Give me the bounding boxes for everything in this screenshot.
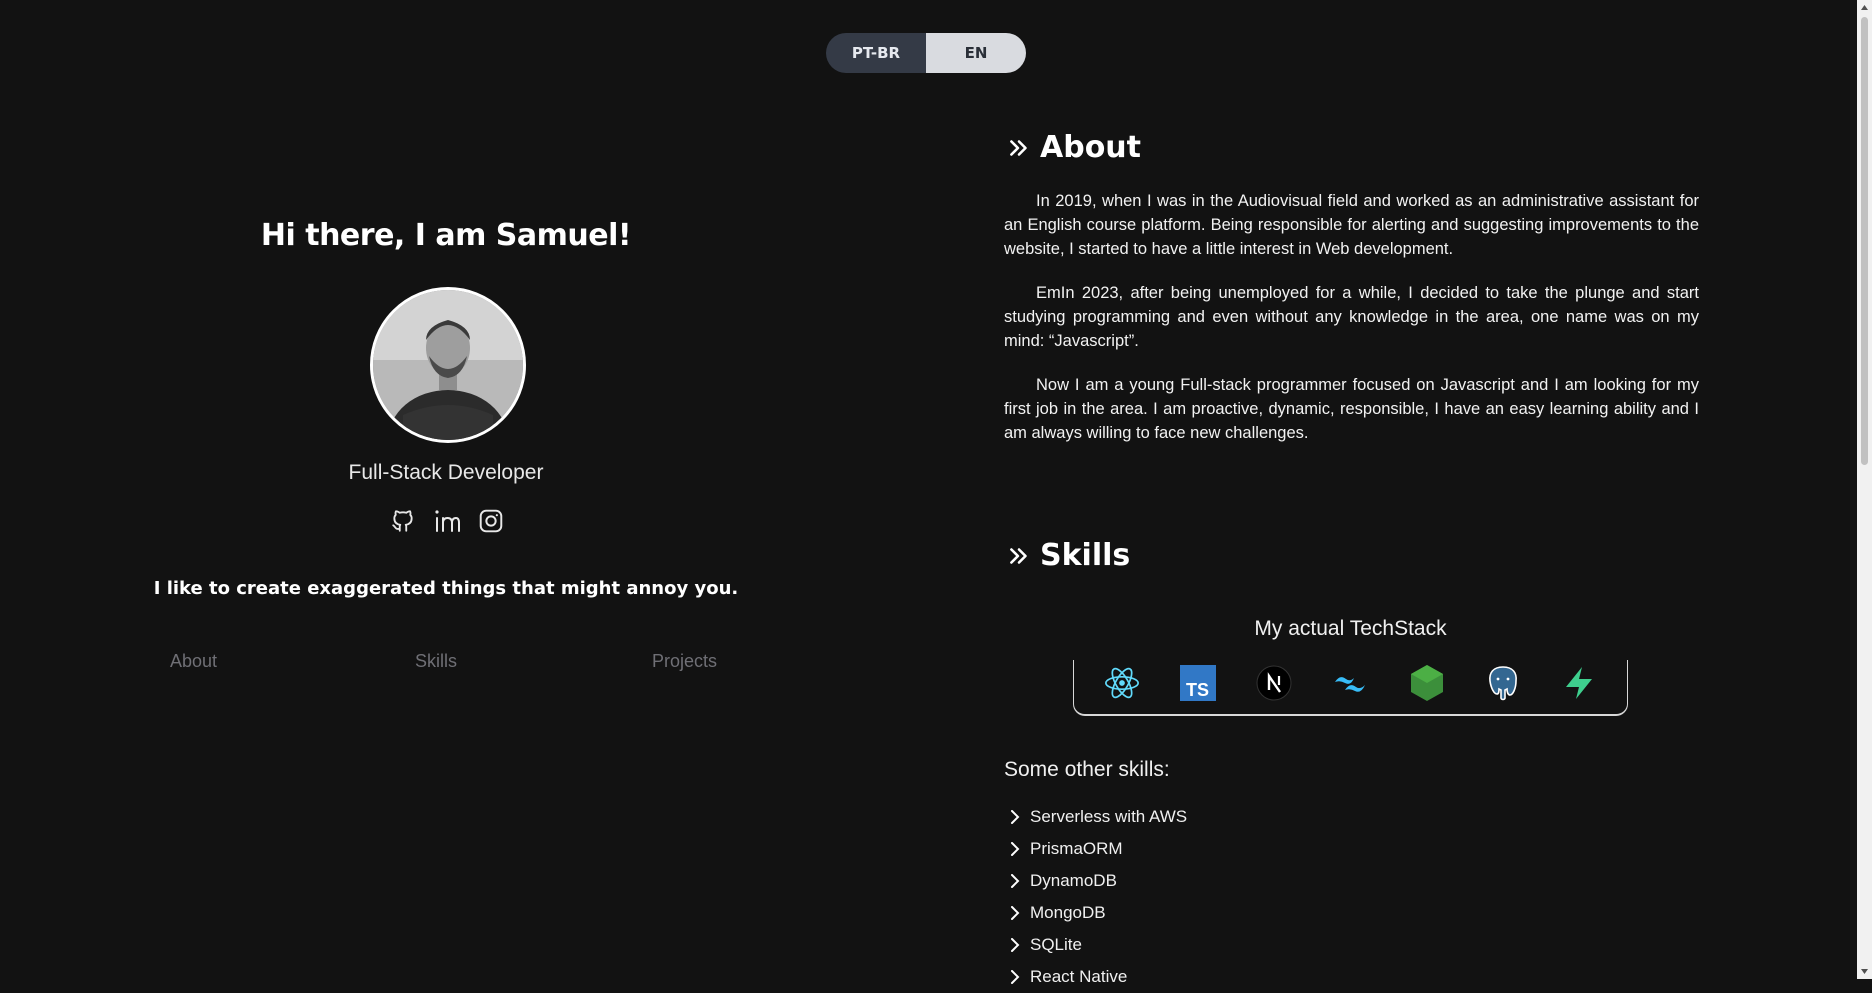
skill-label: React Native xyxy=(1030,967,1128,986)
list-item: SQLite xyxy=(1008,929,1187,961)
nodejs-icon xyxy=(1407,663,1447,703)
nextjs-icon xyxy=(1254,663,1294,703)
chevron-right-icon xyxy=(1011,874,1020,888)
double-chevron-right-icon xyxy=(1010,139,1027,156)
tailwind-icon xyxy=(1330,663,1370,703)
double-chevron-right-icon xyxy=(1010,547,1027,564)
scrollbar-thumb[interactable] xyxy=(1861,17,1868,465)
about-title: About xyxy=(1040,130,1142,165)
instagram-icon[interactable] xyxy=(476,506,506,536)
skill-label: PrismaORM xyxy=(1030,839,1123,858)
other-skills-list: Serverless with AWS PrismaORM DynamoDB M… xyxy=(1008,801,1187,993)
react-icon xyxy=(1102,663,1142,703)
linkedin-icon[interactable] xyxy=(432,506,462,536)
list-item: MongoDB xyxy=(1008,897,1187,929)
skills-title: Skills xyxy=(1040,538,1131,573)
postgresql-icon xyxy=(1483,663,1523,703)
skill-label: Serverless with AWS xyxy=(1030,807,1188,826)
techstack-title: My actual TechStack xyxy=(1254,617,1447,640)
skills-heading: Skills xyxy=(1006,538,1130,573)
skill-label: DynamoDB xyxy=(1030,871,1117,890)
avatar-photo xyxy=(373,290,523,440)
avatar xyxy=(370,287,526,443)
chevron-right-icon xyxy=(1011,970,1020,984)
nav-link-about[interactable]: About xyxy=(170,651,217,672)
about-paragraph: In 2019, when I was in the Audiovisual f… xyxy=(1004,192,1699,258)
skill-label: SQLite xyxy=(1030,935,1082,954)
chevron-right-icon xyxy=(1011,842,1020,856)
nav-link-projects[interactable]: Projects xyxy=(652,651,717,672)
tagline: I like to create exaggerated things that… xyxy=(153,578,739,599)
supabase-icon xyxy=(1559,663,1599,703)
about-paragraph: EmIn 2023, after being unemployed for a … xyxy=(1004,284,1699,350)
techstack-bar: TS xyxy=(1073,660,1628,716)
github-icon[interactable] xyxy=(388,506,418,536)
vertical-scrollbar[interactable] xyxy=(1857,0,1872,979)
svg-text:TS: TS xyxy=(1186,680,1209,700)
typescript-icon: TS xyxy=(1178,663,1218,703)
list-item: React Native xyxy=(1008,961,1187,993)
list-item: DynamoDB xyxy=(1008,865,1187,897)
skill-label: MongoDB xyxy=(1030,903,1106,922)
scroll-down-arrow-icon[interactable] xyxy=(1860,967,1869,976)
scroll-up-arrow-icon[interactable] xyxy=(1860,3,1869,12)
other-skills-title: Some other skills: xyxy=(1004,758,1170,781)
role-subtitle: Full-Stack Developer xyxy=(348,461,544,484)
list-item: Serverless with AWS xyxy=(1008,801,1187,833)
list-item: PrismaORM xyxy=(1008,833,1187,865)
nav-link-skills[interactable]: Skills xyxy=(415,651,457,672)
chevron-right-icon xyxy=(1011,906,1020,920)
profile-panel: Hi there, I am Samuel! Full-Stack Develo… xyxy=(0,0,892,979)
greeting-heading: Hi there, I am Samuel! xyxy=(260,218,632,253)
chevron-right-icon xyxy=(1011,810,1020,824)
social-links xyxy=(388,506,506,536)
chevron-right-icon xyxy=(1011,938,1020,952)
about-heading: About xyxy=(1006,130,1141,165)
about-text: In 2019, when I was in the Audiovisual f… xyxy=(1004,189,1699,465)
about-paragraph: Now I am a young Full-stack programmer f… xyxy=(1004,376,1699,442)
lang-en-button[interactable]: EN xyxy=(926,33,1026,73)
